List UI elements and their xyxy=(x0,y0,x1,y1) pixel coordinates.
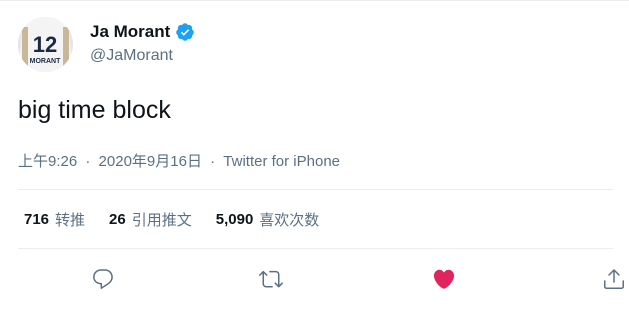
meta-separator: · xyxy=(85,153,91,170)
meta-separator: · xyxy=(210,153,216,170)
like-button[interactable] xyxy=(427,262,461,296)
tweet-detail: 12 MORANT Ja Morant @JaMorant big time b… xyxy=(0,0,629,319)
retweet-button[interactable] xyxy=(254,262,288,296)
avatar[interactable]: 12 MORANT xyxy=(18,17,73,72)
action-bar xyxy=(0,262,629,296)
verified-badge-icon xyxy=(176,23,195,41)
author-name-text[interactable]: Ja Morant xyxy=(90,22,170,42)
likes-count: 5,090 xyxy=(215,211,254,228)
likes-stat[interactable]: 5,090 喜欢次数 xyxy=(216,209,320,230)
top-divider xyxy=(0,0,629,1)
tweet-date[interactable]: 2020年9月16日 xyxy=(99,153,202,170)
tweet-time[interactable]: 上午9:26 xyxy=(18,153,77,170)
reply-icon xyxy=(93,269,113,289)
divider xyxy=(18,248,613,249)
quote-tweets-count: 26 xyxy=(109,211,126,228)
heart-icon xyxy=(433,269,455,289)
likes-label: 喜欢次数 xyxy=(259,212,320,229)
share-icon xyxy=(604,269,624,289)
tweet-stats: 716 转推 26 引用推文 5,090 喜欢次数 xyxy=(24,209,343,230)
author-name[interactable]: Ja Morant xyxy=(90,22,195,42)
retweets-label: 转推 xyxy=(55,212,86,229)
reply-button[interactable] xyxy=(86,262,120,296)
avatar-jersey-number: 12 xyxy=(33,32,57,57)
author-handle[interactable]: @JaMorant xyxy=(90,47,173,65)
avatar-jersey-name: MORANT xyxy=(30,58,61,65)
share-button[interactable] xyxy=(597,262,629,296)
tweet-source-link[interactable]: Twitter for iPhone xyxy=(223,153,340,170)
tweet-text: big time block xyxy=(18,96,171,124)
avatar-image: 12 MORANT xyxy=(18,17,73,72)
retweet-icon xyxy=(259,270,283,288)
quote-tweets-stat[interactable]: 26 引用推文 xyxy=(109,209,192,230)
retweets-stat[interactable]: 716 转推 xyxy=(24,209,85,230)
retweets-count: 716 xyxy=(24,211,50,228)
quote-tweets-label: 引用推文 xyxy=(131,212,192,229)
divider xyxy=(18,189,613,190)
tweet-meta: 上午9:26 · 2020年9月16日 · Twitter for iPhone xyxy=(18,150,340,171)
